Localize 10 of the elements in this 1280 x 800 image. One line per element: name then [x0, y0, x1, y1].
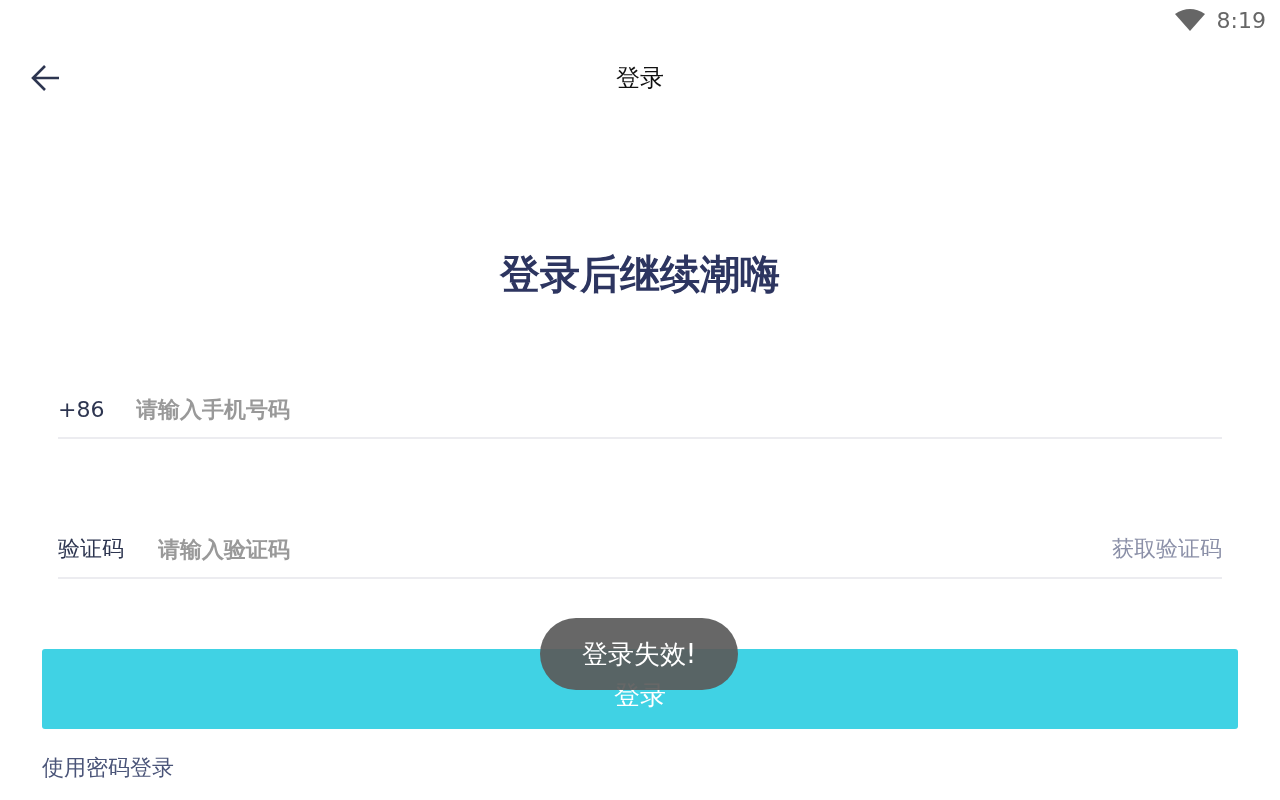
page-title: 登录: [616, 63, 664, 94]
code-input-field[interactable]: 请输入验证码: [158, 536, 1078, 562]
toast-message: 登录失效!: [540, 618, 738, 690]
login-heading: 登录后继续潮嗨: [499, 250, 781, 299]
country-code[interactable]: +86: [58, 396, 105, 422]
status-time: 8:19: [1216, 7, 1266, 33]
wifi-icon: [1174, 9, 1205, 31]
password-login-link[interactable]: 使用密码登录: [42, 753, 174, 783]
phone-input-field[interactable]: 请输入手机号码: [136, 396, 1222, 422]
code-label: 验证码: [58, 535, 124, 563]
